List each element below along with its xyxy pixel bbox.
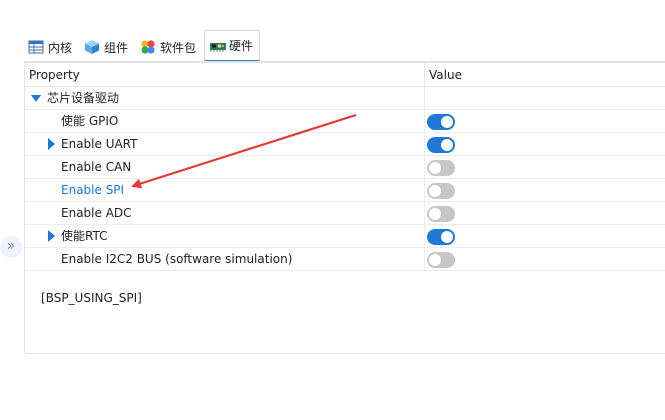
toggle-knob <box>429 162 441 174</box>
grid-header: Property Value <box>25 63 665 87</box>
property-row-uart[interactable]: Enable UART <box>25 133 665 156</box>
expand-down-icon[interactable] <box>31 95 41 102</box>
property-description: [BSP_USING_SPI] <box>41 291 142 305</box>
toggle-knob <box>429 185 441 197</box>
tab-hardware[interactable]: 硬件 <box>204 30 261 62</box>
tab-label: 内核 <box>48 40 73 55</box>
property-label: Enable I2C2 BUS (software simulation) <box>61 252 293 266</box>
property-row-adc[interactable]: Enable ADC <box>25 202 665 225</box>
tab-bar: 内核 组件 软件包 硬件 <box>24 28 262 62</box>
property-label: 使能RTC <box>61 229 108 243</box>
uart-toggle[interactable] <box>427 137 455 153</box>
tab-components[interactable]: 组件 <box>80 32 134 62</box>
spi-toggle[interactable] <box>427 183 455 199</box>
tab-kernel[interactable]: 内核 <box>24 32 78 62</box>
toggle-knob <box>441 116 453 128</box>
table-icon <box>28 39 44 55</box>
property-label: Enable UART <box>61 137 138 151</box>
property-panel: Property Value 芯片设备驱动 使能 GPIO Enable UAR… <box>24 62 665 354</box>
gpio-toggle[interactable] <box>427 114 455 130</box>
can-toggle[interactable] <box>427 160 455 176</box>
group-row-chip-drivers[interactable]: 芯片设备驱动 <box>25 87 665 110</box>
column-header-property[interactable]: Property <box>25 63 425 86</box>
i2c2-toggle[interactable] <box>427 252 455 268</box>
group-label: 芯片设备驱动 <box>47 91 120 105</box>
board-icon <box>209 38 227 54</box>
toggle-knob <box>441 139 453 151</box>
petals-icon <box>140 39 156 55</box>
rtc-toggle[interactable] <box>427 229 455 245</box>
property-label-highlighted: Enable SPI <box>61 183 125 197</box>
property-label: Enable ADC <box>61 206 132 220</box>
expand-right-icon[interactable] <box>48 230 55 242</box>
tab-label: 软件包 <box>160 40 197 55</box>
cube-icon <box>84 39 100 55</box>
property-label: 使能 GPIO <box>61 114 119 128</box>
tab-label: 组件 <box>104 40 129 55</box>
adc-toggle[interactable] <box>427 206 455 222</box>
toggle-knob <box>441 231 453 243</box>
tab-label: 硬件 <box>229 39 254 53</box>
tab-packages[interactable]: 软件包 <box>136 32 202 62</box>
property-row-can[interactable]: Enable CAN <box>25 156 665 179</box>
expand-panel-button[interactable]: » <box>0 236 22 258</box>
toggle-knob <box>429 254 441 266</box>
column-header-value[interactable]: Value <box>425 63 462 86</box>
expand-right-icon[interactable] <box>48 138 55 150</box>
toggle-knob <box>429 208 441 220</box>
property-row-spi[interactable]: Enable SPI <box>25 179 665 202</box>
property-row-rtc[interactable]: 使能RTC <box>25 225 665 248</box>
property-row-i2c2[interactable]: Enable I2C2 BUS (software simulation) <box>25 248 665 271</box>
property-row-gpio[interactable]: 使能 GPIO <box>25 110 665 133</box>
property-label: Enable CAN <box>61 160 132 174</box>
